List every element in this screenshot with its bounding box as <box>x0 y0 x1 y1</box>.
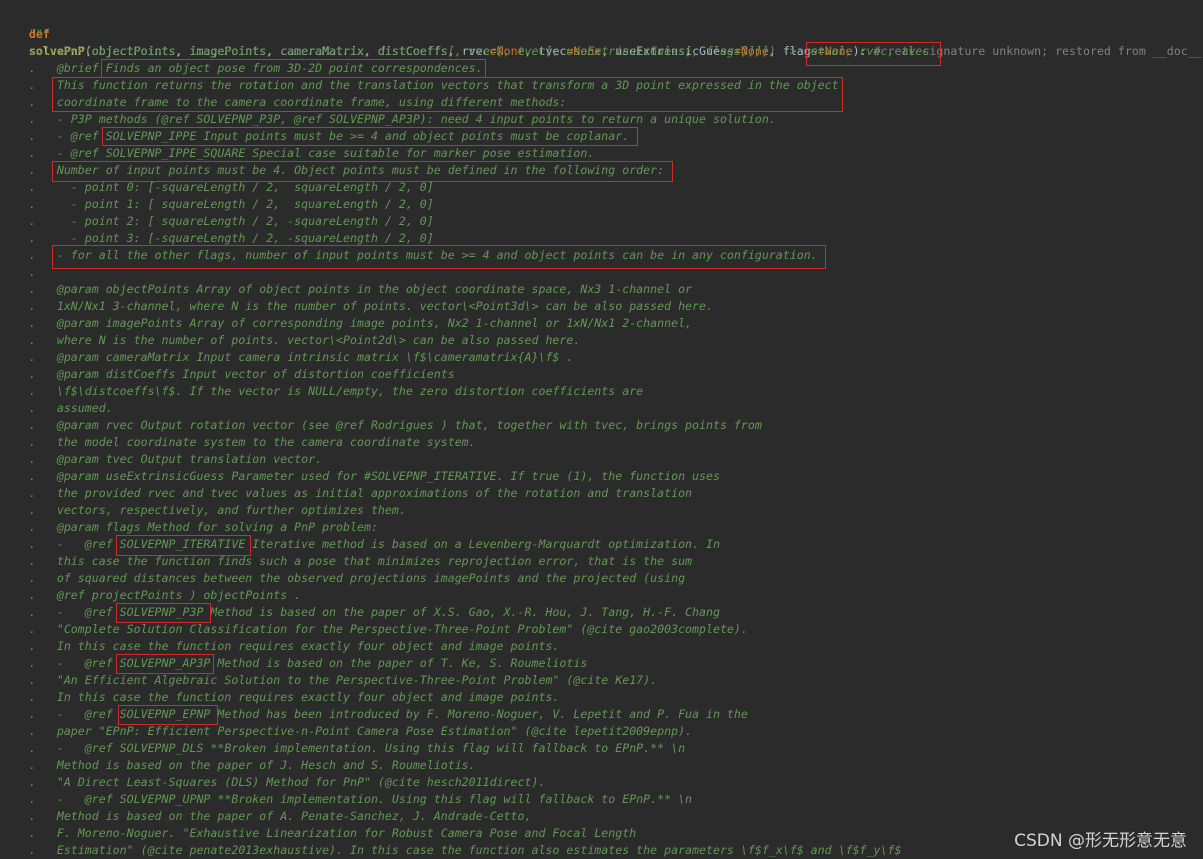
docstring-line: . the provided rvec and tvec values as i… <box>1 486 693 500</box>
docstring-line: . vectors, respectively, and further opt… <box>1 503 406 517</box>
docstring-line: . Method is based on the paper of J. Hes… <box>1 758 476 772</box>
docstring-line: . @param objectPoints Array of object po… <box>1 282 693 296</box>
docstring-line: . @param rvec Output rotation vector (se… <box>1 418 762 432</box>
docstring-line: """ <box>1 27 50 41</box>
docstring-line: . - for all the other flags, number of i… <box>1 248 818 262</box>
docstring-line: . - P3P methods (@ref SOLVEPNP_P3P, @ref… <box>1 112 776 126</box>
docstring-line: . - point 2: [ squareLength / 2, -square… <box>1 214 434 228</box>
docstring-line: . - @ref SOLVEPNP_IPPE_SQUARE Special ca… <box>1 146 595 160</box>
docstring-line: . - @ref SOLVEPNP_IPPE Input points must… <box>1 129 630 143</box>
docstring-line: . F. Moreno-Noguer. "Exhaustive Lineariz… <box>1 826 637 840</box>
docstring-line: . @param useExtrinsicGuess Parameter use… <box>1 469 720 483</box>
docstring-line: solvePnP(objectPoints, imagePoints, came… <box>1 44 930 58</box>
docstring-line: . - @ref SOLVEPNP_UPNP **Broken implemen… <box>1 792 693 806</box>
docstring-line: . In this case the function requires exa… <box>1 690 560 704</box>
docstring-line: . @param flags Method for solving a PnP … <box>1 520 378 534</box>
docstring-line: . "Complete Solution Classification for … <box>1 622 748 636</box>
docstring-line: . Method is based on the paper of A. Pen… <box>1 809 532 823</box>
docstring-line: . This function returns the rotation and… <box>1 78 839 92</box>
code-editor[interactable]: def solvePnP(objectPoints, imagePoints, … <box>0 0 1203 859</box>
docstring-line: . @ref projectPoints ) objectPoints . <box>1 588 302 602</box>
docstring-line: . assumed. <box>1 401 113 415</box>
docstring-line: . - point 1: [ squareLength / 2, squareL… <box>1 197 434 211</box>
docstring-line: . - @ref SOLVEPNP_DLS **Broken implement… <box>1 741 686 755</box>
docstring-line: . this case the function finds such a po… <box>1 554 693 568</box>
signature-line: def solvePnP(objectPoints, imagePoints, … <box>28 27 1202 58</box>
docstring-line: . - @ref SOLVEPNP_AP3P Method is based o… <box>1 656 588 670</box>
docstring-line: . @param distCoeffs Input vector of dist… <box>1 367 455 381</box>
docstring-line: . Number of input points must be 4. Obje… <box>1 163 665 177</box>
docstring-line: . paper "EPnP: Efficient Perspective-n-P… <box>1 724 693 738</box>
docstring-line: . 1xN/Nx1 3-channel, where N is the numb… <box>1 299 713 313</box>
docstring-line: . "A Direct Least-Squares (DLS) Method f… <box>1 775 546 789</box>
docstring-line: . of squared distances between the obser… <box>1 571 686 585</box>
docstring-line: . coordinate frame to the camera coordin… <box>1 95 567 109</box>
docstring-line: . - @ref SOLVEPNP_EPNP Method has been i… <box>1 707 748 721</box>
docstring-line: . @param tvec Output translation vector. <box>1 452 323 466</box>
docstring-line: . - point 3: [-squareLength / 2, -square… <box>1 231 434 245</box>
docstring-line: . - point 0: [-squareLength / 2, squareL… <box>1 180 434 194</box>
docstring-line: . "An Efficient Algebraic Solution to th… <box>1 673 658 687</box>
docstring-line: . @param imagePoints Array of correspond… <box>1 316 693 330</box>
docstring-line: . - @ref SOLVEPNP_ITERATIVE Iterative me… <box>1 537 720 551</box>
docstring-line: . \f$\distcoeffs\f$. If the vector is NU… <box>1 384 644 398</box>
docstring-line: . @brief Finds an object pose from 3D-2D… <box>1 61 483 75</box>
docstring-line: . - @ref SOLVEPNP_P3P Method is based on… <box>1 605 720 619</box>
docstring-line: . In this case the function requires exa… <box>1 639 560 653</box>
docstring-line: . <box>1 265 36 279</box>
docstring-line: . where N is the number of points. vecto… <box>1 333 581 347</box>
docstring-line: . @param cameraMatrix Input camera intri… <box>1 350 574 364</box>
docstring-line: . the model coordinate system to the cam… <box>1 435 476 449</box>
docstring-line: . Estimation" (@cite penate2013exhaustiv… <box>1 843 902 857</box>
watermark: CSDN @形无形意无意 <box>1014 831 1187 851</box>
